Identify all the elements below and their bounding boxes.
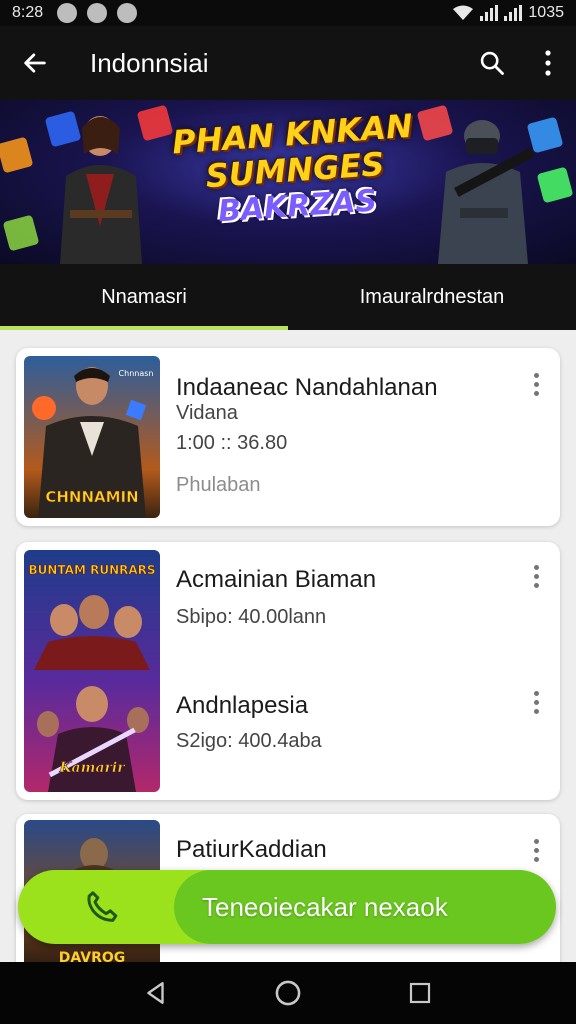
app-bar: Indonnsiai: [0, 26, 576, 100]
thumbnail-art: CHNNAMIN Chnnasn: [32, 367, 154, 518]
signal-icon: [480, 5, 499, 21]
item-more-button[interactable]: [524, 832, 548, 868]
banner-headline: PHAN KNKAN SUMNGES BAKRZAS: [161, 107, 428, 235]
tab-bar: Nnamasri Imauralrdnestan: [0, 264, 576, 330]
nav-back-button[interactable]: [126, 963, 186, 1023]
thumbnail-art: BUNTAM RUNRARS Kamarir: [28, 563, 156, 792]
nav-home-icon: [275, 980, 301, 1006]
thumbnail-title: CHNNAMIN: [45, 488, 138, 506]
item-more-button[interactable]: [524, 684, 548, 720]
item-detail: S2igo: 400.4aba: [176, 730, 322, 752]
more-vert-icon: [545, 50, 551, 76]
item-more-button[interactable]: [524, 366, 548, 402]
tab-label: Imauralrdnestan: [359, 285, 505, 308]
nav-recents-button[interactable]: [390, 963, 450, 1023]
promo-banner[interactable]: PHAN KNKAN SUMNGES BAKRZAS: [0, 100, 576, 264]
hero-right-image: [438, 120, 535, 264]
nav-back-icon: [147, 982, 164, 1004]
list-item[interactable]: BUNTAM RUNRARS Kamarir Acmainian Biaman …: [16, 542, 560, 800]
item-title: Indaaneac Nandahlanan: [176, 374, 438, 401]
item-thumbnail: BUNTAM RUNRARS Kamarir: [24, 550, 160, 792]
thumbnail-title: BUNTAM RUNRARS: [28, 563, 155, 577]
item-title: PatiurKaddian: [176, 836, 327, 863]
item-detail: 1:00 :: 36.80: [176, 432, 288, 454]
notification-icon: [87, 3, 108, 23]
item-meta: Phulaban: [176, 474, 261, 496]
item-more-button[interactable]: [524, 558, 548, 594]
arrow-left-icon: [24, 53, 46, 73]
status-bar: 8:28 1035: [0, 0, 576, 26]
call-action-button[interactable]: Teneoiecakar nexaok: [18, 870, 556, 944]
thumbnail-caption: Kamarir: [58, 760, 126, 776]
nav-home-button[interactable]: [258, 963, 318, 1023]
item-title: Acmainian Biaman: [176, 566, 377, 593]
tab-imauralrdnestan[interactable]: Imauralrdnestan: [288, 264, 576, 330]
search-icon: [480, 51, 504, 75]
decor-cube: [0, 136, 34, 174]
back-button[interactable]: [0, 26, 70, 100]
item-thumbnail: CHNNAMIN Chnnasn: [24, 356, 160, 518]
item-subtitle: Vidana: [176, 402, 238, 424]
page-title: Indonnsiai: [90, 47, 209, 78]
hero-left-image: [60, 116, 142, 264]
notification-icon: [117, 3, 138, 23]
signal-icon: [504, 5, 523, 21]
search-button[interactable]: [464, 26, 520, 100]
tab-label: Nnamasri: [101, 285, 187, 308]
tab-nnamasri[interactable]: Nnamasri: [0, 264, 288, 330]
item-title: Andnlapesia: [176, 692, 309, 719]
item-detail: Sbipo: 40.00lann: [176, 606, 327, 628]
wifi-icon: [453, 5, 474, 20]
status-clock: 1035: [528, 4, 564, 21]
nav-recents-icon: [409, 982, 431, 1004]
thumbnail-badge: Chnnasn: [119, 369, 154, 378]
overflow-menu-button[interactable]: [520, 26, 576, 100]
phone-icon: [87, 891, 118, 922]
fab-label: Teneoiecakar nexaok: [202, 892, 448, 922]
system-nav-bar: [0, 962, 576, 1024]
decor-cube: [2, 214, 40, 252]
list-item[interactable]: CHNNAMIN Chnnasn Indaaneac Nandahlanan V…: [16, 348, 560, 526]
status-time: 8:28: [12, 4, 44, 21]
notification-icon: [57, 3, 78, 23]
